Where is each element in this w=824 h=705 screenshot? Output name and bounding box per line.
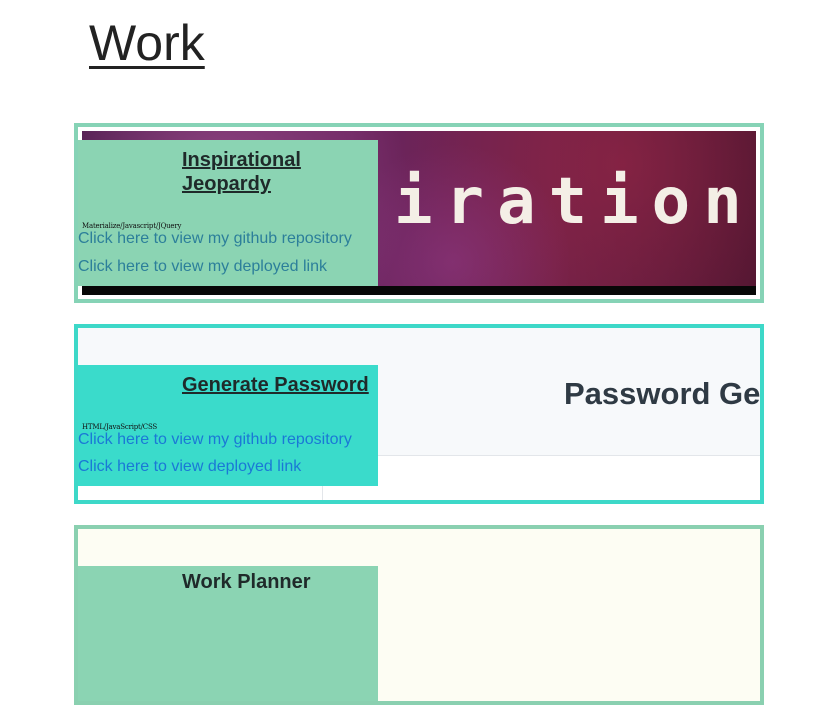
project-tech-stack: HTML/JavaScript/CSS	[82, 423, 158, 431]
project-info-panel: Generate Password HTML/JavaScript/CSS Cl…	[78, 365, 378, 486]
deployed-link[interactable]: Click here to view my deployed link	[78, 258, 327, 276]
project-title-link[interactable]: Work Planner	[182, 570, 372, 594]
project-card-generate-password: Password Ge Generate Password HTML/JavaS…	[74, 324, 764, 504]
github-repository-link[interactable]: Click here to view my github repository	[78, 230, 352, 248]
project-card-work-planner: Work Planner	[74, 525, 764, 705]
project-info-panel: Inspirational Jeopardy Materialize/Javas…	[78, 140, 378, 286]
page-title: Work	[89, 15, 205, 71]
project-tech-stack: Materialize/Javascript/JQuery	[82, 222, 182, 230]
thumbnail-banner-text: irational	[394, 165, 756, 239]
project-title-link[interactable]: Generate Password	[182, 373, 382, 397]
project-info-panel: Work Planner	[78, 566, 378, 701]
thumbnail-bottom-bar	[82, 286, 756, 295]
github-repository-link[interactable]: Click here to view my github repository	[78, 431, 352, 449]
project-title-link[interactable]: Inspirational Jeopardy	[182, 148, 372, 196]
project-card-inspirational-jeopardy: irational Inspirational Jeopardy Materia…	[74, 123, 764, 303]
thumbnail-heading-text: Password Ge	[564, 376, 760, 411]
deployed-link[interactable]: Click here to view deployed link	[78, 458, 301, 476]
